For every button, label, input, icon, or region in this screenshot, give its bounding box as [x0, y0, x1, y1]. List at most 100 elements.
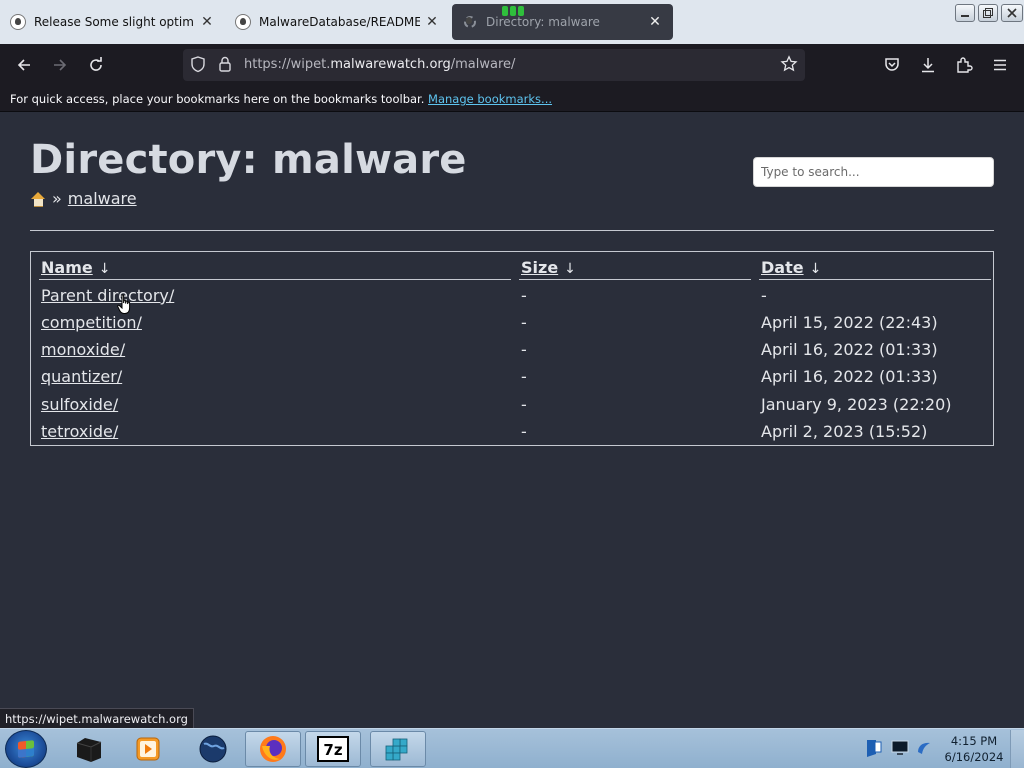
table-row: tetroxide/ - April 2, 2023 (15:52): [31, 418, 993, 445]
taskbar-firefox[interactable]: [245, 731, 301, 767]
minimize-button[interactable]: [955, 4, 975, 22]
entry-size: -: [521, 340, 527, 359]
extensions-button[interactable]: [950, 52, 978, 78]
entry-size: -: [521, 422, 527, 441]
page-title: Directory: malware: [30, 137, 467, 183]
entry-size: -: [521, 313, 527, 332]
entry-date: January 9, 2023 (22:20): [761, 395, 952, 414]
tab-title: MalwareDatabase/README.md: [259, 15, 420, 29]
close-icon[interactable]: ✕: [647, 14, 663, 30]
entry-link[interactable]: tetroxide/: [41, 422, 118, 441]
back-button[interactable]: [10, 52, 38, 78]
volume-icon[interactable]: [914, 739, 934, 757]
directory-listing-table: Name ↓ Size ↓ Date ↓ Parent directory/ - - …: [30, 251, 994, 446]
github-icon: [10, 14, 26, 30]
entry-link[interactable]: Parent directory/: [41, 286, 174, 305]
url-text[interactable]: https://wipet.malwarewatch.org/malware/: [244, 57, 515, 72]
tab-drag-indicator-icon: [502, 6, 524, 16]
bookmarks-hint: For quick access, place your bookmarks h…: [10, 92, 425, 106]
start-button[interactable]: [5, 730, 47, 768]
svg-text:7z: 7z: [323, 741, 342, 759]
entry-link[interactable]: sulfoxide/: [41, 395, 118, 414]
table-row: quantizer/ - April 16, 2022 (01:33): [31, 363, 993, 390]
clock-date: 6/16/2024: [944, 750, 1004, 764]
clock-time: 4:15 PM: [950, 734, 998, 748]
table-header: Name ↓ Size ↓ Date ↓: [31, 254, 993, 281]
pocket-button[interactable]: [878, 52, 906, 78]
entry-size: -: [521, 367, 527, 386]
table-row: monoxide/ - April 16, 2022 (01:33): [31, 336, 993, 363]
breadcrumb-malware-link[interactable]: malware: [68, 189, 137, 208]
firefox-icon: [260, 736, 286, 762]
page-content: Directory: malware » malware Name ↓ Size ↓…: [0, 113, 1024, 728]
close-icon[interactable]: ✕: [199, 14, 215, 30]
bookmark-star-icon[interactable]: [780, 55, 798, 75]
tab-release[interactable]: Release Some slight optimizati ✕: [0, 4, 225, 40]
show-desktop-button[interactable]: [1010, 730, 1024, 768]
date-column-label: Date: [761, 258, 804, 277]
lock-icon[interactable]: [216, 55, 234, 75]
restore-button[interactable]: [978, 4, 998, 22]
url-domain: malwarewatch.org: [330, 57, 451, 72]
terminal-icon: [76, 738, 102, 762]
header-underline: [759, 279, 991, 280]
bookmarks-toolbar: For quick access, place your bookmarks h…: [0, 86, 1024, 112]
entry-size: -: [521, 395, 527, 414]
forward-button[interactable]: [46, 52, 74, 78]
entry-date: -: [761, 286, 767, 305]
navigation-toolbar: https://wipet.malwarewatch.org/malware/: [0, 44, 1024, 86]
taskbar: 7z 4:15 PM 6/16/2024: [0, 728, 1024, 768]
downloads-button[interactable]: [914, 52, 942, 78]
network-monitor-icon[interactable]: [890, 739, 910, 757]
close-icon[interactable]: ✕: [424, 14, 440, 30]
entry-date: April 2, 2023 (15:52): [761, 422, 928, 441]
menu-button[interactable]: [986, 52, 1014, 78]
tab-title: Release Some slight optimizati: [34, 15, 195, 29]
divider: [30, 230, 994, 231]
action-center-icon[interactable]: [864, 737, 884, 759]
globe-icon: [199, 735, 227, 763]
url-prefix: https://wipet.: [244, 57, 331, 72]
reload-button[interactable]: [82, 52, 110, 78]
entry-size: -: [521, 286, 527, 305]
taskbar-terminal[interactable]: [60, 731, 116, 767]
name-column-label: Name: [41, 258, 93, 277]
header-underline: [519, 279, 751, 280]
entry-link[interactable]: monoxide/: [41, 340, 125, 359]
address-bar[interactable]: https://wipet.malwarewatch.org/malware/: [183, 49, 805, 81]
size-column-header[interactable]: Size ↓: [521, 258, 576, 277]
registry-editor-icon: [385, 738, 408, 761]
sort-arrow-icon: ↓: [809, 261, 822, 277]
search-input[interactable]: [753, 157, 994, 187]
system-clock[interactable]: 4:15 PM 6/16/2024: [940, 733, 1008, 765]
size-column-label: Size: [521, 258, 559, 277]
hand-cursor-icon: [117, 294, 131, 314]
date-column-header[interactable]: Date ↓: [761, 258, 821, 277]
manage-bookmarks-link[interactable]: Manage bookmarks...: [428, 92, 552, 106]
url-path: /malware/: [450, 57, 516, 72]
taskbar-registry-editor[interactable]: [370, 731, 426, 767]
home-icon[interactable]: [31, 191, 46, 207]
table-row: competition/ - April 15, 2022 (22:43): [31, 309, 993, 336]
tab-readme[interactable]: MalwareDatabase/README.md ✕: [225, 4, 450, 40]
header-underline: [39, 279, 511, 280]
github-icon: [235, 14, 251, 30]
7zip-icon: 7z: [317, 736, 349, 762]
table-row: sulfoxide/ - January 9, 2023 (22:20): [31, 391, 993, 418]
link-preview-status: https://wipet.malwarewatch.org: [0, 708, 194, 729]
entry-link[interactable]: quantizer/: [41, 367, 122, 386]
breadcrumb-separator: »: [52, 189, 62, 208]
shield-icon[interactable]: [189, 55, 207, 75]
entry-date: April 15, 2022 (22:43): [761, 313, 938, 332]
media-player-icon: [136, 737, 160, 761]
taskbar-browser-globe[interactable]: [185, 731, 241, 767]
table-row: Parent directory/ - -: [31, 282, 993, 309]
tab-strip: Release Some slight optimizati ✕ Malware…: [0, 0, 1024, 44]
taskbar-media-player[interactable]: [120, 731, 176, 767]
tab-directory[interactable]: Directory: malware ✕: [452, 4, 673, 40]
name-column-header[interactable]: Name ↓: [41, 258, 110, 277]
close-window-button[interactable]: [1001, 4, 1023, 22]
taskbar-7zip[interactable]: 7z: [305, 731, 361, 767]
sort-arrow-icon: ↓: [98, 261, 111, 277]
breadcrumb: » malware: [31, 189, 137, 208]
